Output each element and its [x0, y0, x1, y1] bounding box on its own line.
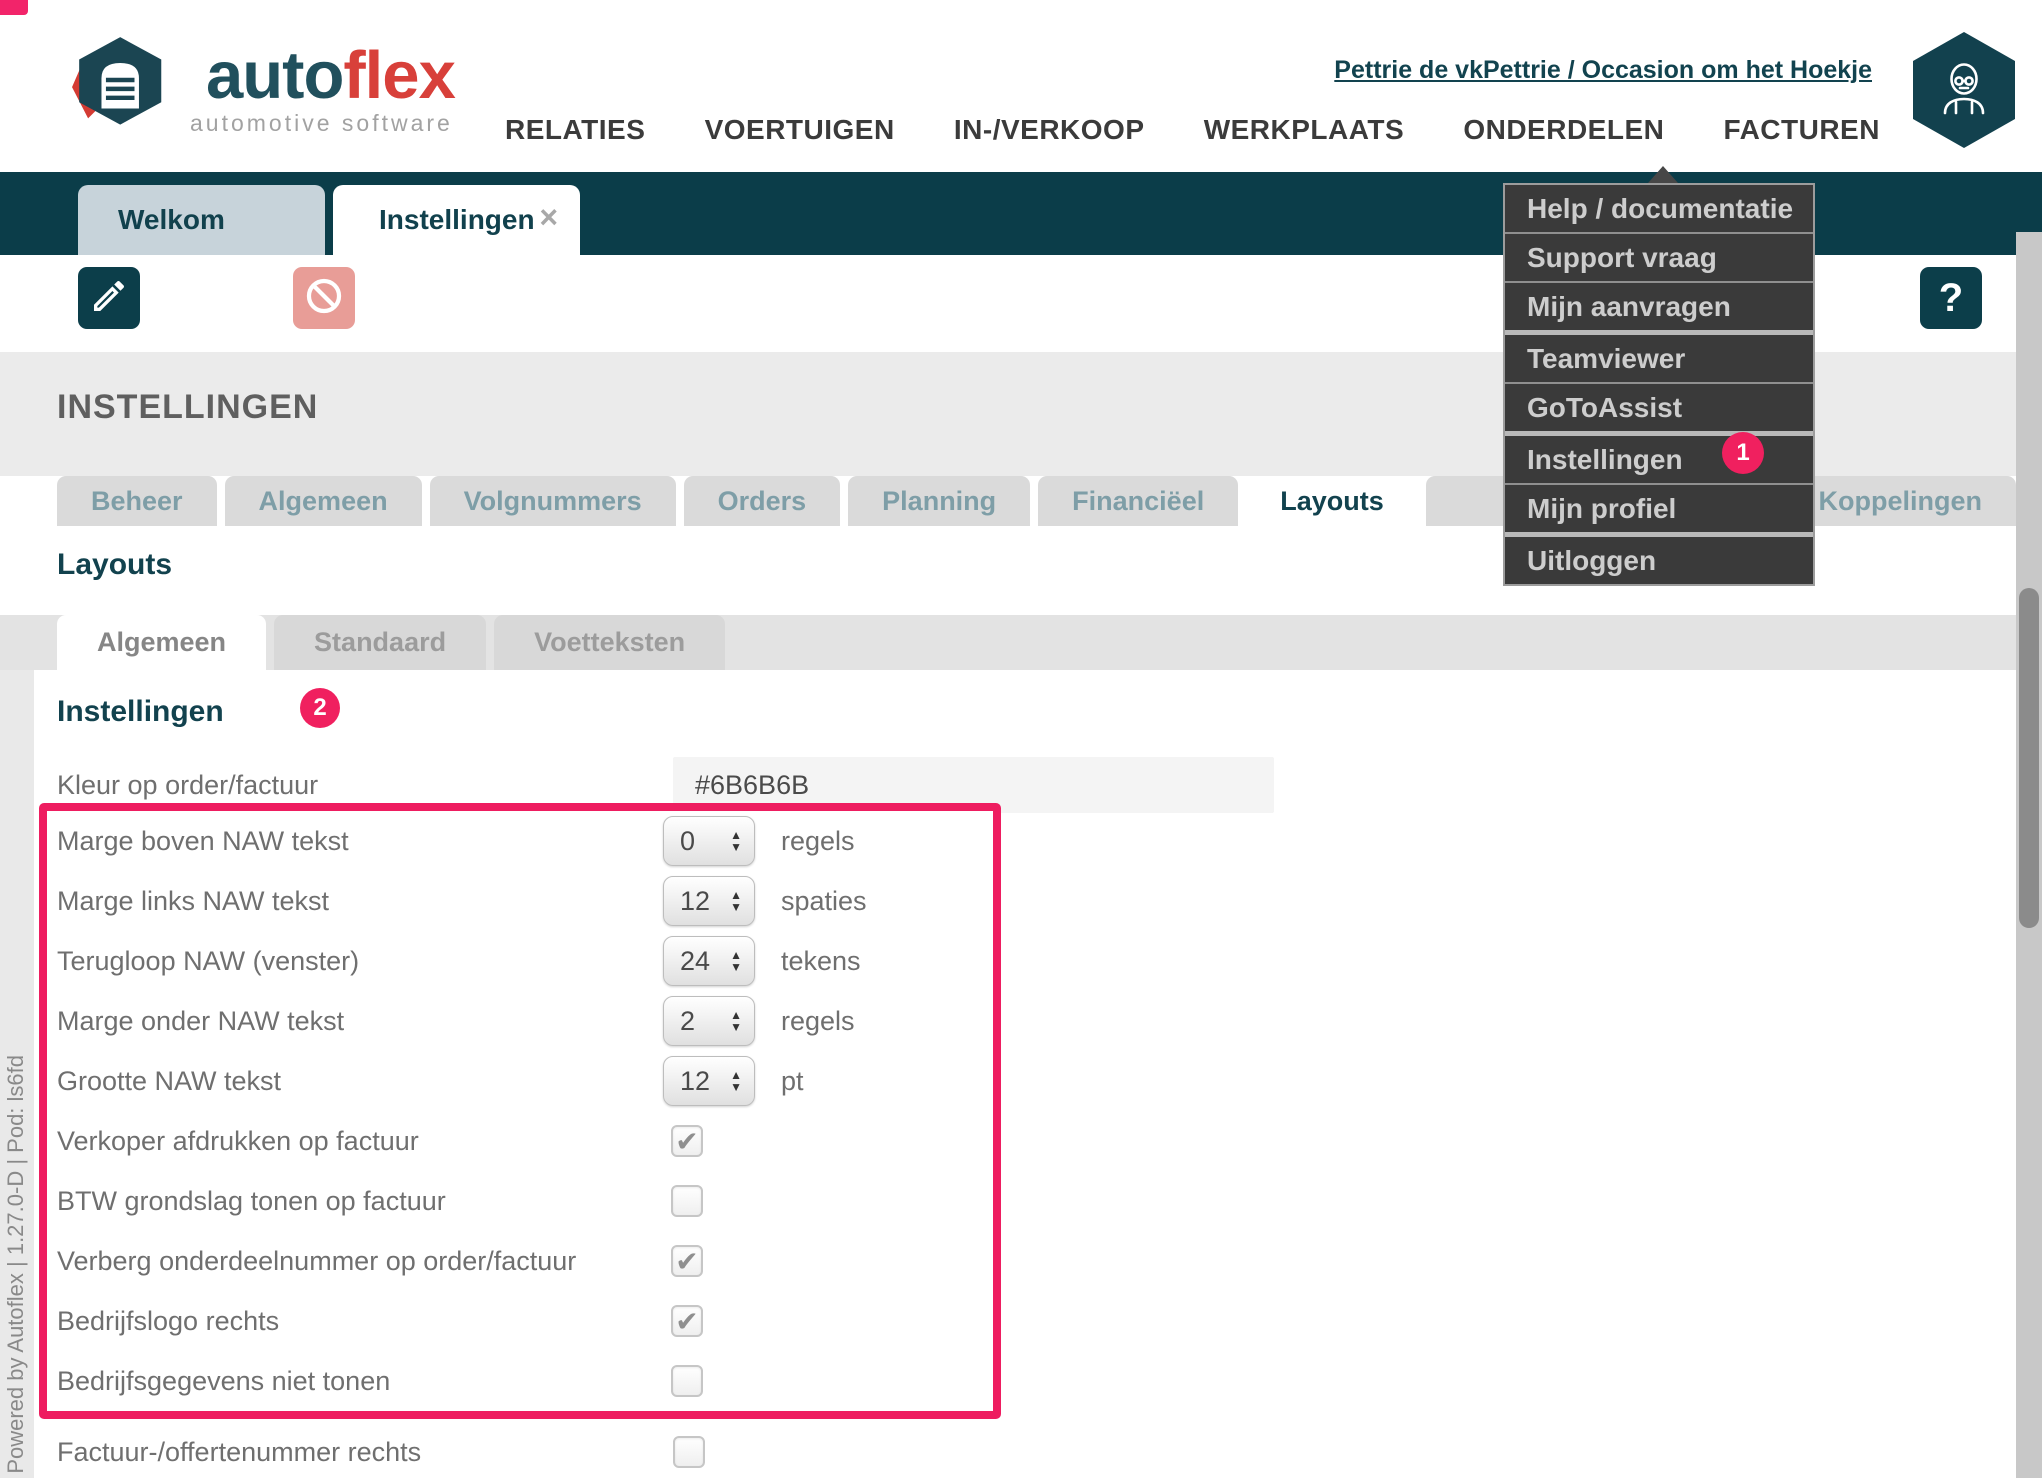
- field-label: Kleur op order/factuur: [57, 770, 673, 801]
- stepper-arrows-icon[interactable]: ▲▼: [730, 890, 754, 913]
- form-row: Verberg onderdeelnummer op order/factuur…: [47, 1231, 993, 1291]
- tab-layouts[interactable]: Layouts: [1246, 476, 1418, 526]
- pencil-icon: [89, 276, 129, 321]
- brand-tagline: automotive software: [190, 110, 455, 137]
- menu-item-help[interactable]: Help / documentatie: [1505, 185, 1813, 234]
- nav-voertuigen[interactable]: VOERTUIGEN: [705, 114, 895, 146]
- checkbox[interactable]: ✔: [671, 1125, 703, 1157]
- question-mark-icon: ?: [1939, 276, 1963, 321]
- form-row: Bedrijfsgegevens niet tonen: [47, 1351, 993, 1411]
- highlight-box: Marge boven NAW tekst 0 ▲▼ regels Marge …: [39, 803, 1001, 1419]
- checkbox[interactable]: [671, 1185, 703, 1217]
- step-badge-1: 1: [1722, 432, 1764, 474]
- left-gutter: Powered by Autoflex | 1.27.0-D | Pod: ls…: [0, 670, 34, 1478]
- help-button[interactable]: ?: [1920, 267, 1982, 329]
- vertical-scrollbar-thumb[interactable]: [2019, 588, 2039, 928]
- number-stepper[interactable]: 0 ▲▼: [663, 816, 755, 866]
- person-icon: [1932, 56, 1996, 125]
- number-stepper[interactable]: 12 ▲▼: [663, 876, 755, 926]
- form-row: Marge links NAW tekst 12 ▲▼ spaties: [47, 871, 993, 931]
- menu-item-teamviewer[interactable]: Teamviewer: [1505, 335, 1813, 384]
- number-stepper[interactable]: 24 ▲▼: [663, 936, 755, 986]
- tab-orders[interactable]: Orders: [684, 476, 841, 526]
- cancel-button[interactable]: [293, 267, 355, 329]
- subtab-standaard[interactable]: Standaard: [274, 615, 486, 670]
- number-stepper[interactable]: 12 ▲▼: [663, 1056, 755, 1106]
- form-row: Terugloop NAW (venster) 24 ▲▼ tekens: [47, 931, 993, 991]
- form-row: Marge boven NAW tekst 0 ▲▼ regels: [47, 811, 993, 871]
- menu-item-instellingen[interactable]: Instellingen: [1505, 436, 1813, 485]
- tab-koppelingen[interactable]: Koppelingen: [1785, 476, 2017, 526]
- tab-beheer[interactable]: Beheer: [57, 476, 217, 526]
- app-header: autoflex automotive software Pettrie de …: [0, 0, 2042, 172]
- form-row: Marge onder NAW tekst 2 ▲▼ regels: [47, 991, 993, 1051]
- form-row: Factuur-/offertenummer rechts: [0, 1422, 1457, 1482]
- profile-dropdown-menu: Help / documentatie Support vraag Mijn a…: [1503, 183, 1815, 586]
- close-icon[interactable]: ×: [539, 199, 558, 236]
- nav-in-verkoop[interactable]: IN-/VERKOOP: [954, 114, 1145, 146]
- checkbox[interactable]: [673, 1436, 705, 1468]
- tab-algemeen[interactable]: Algemeen: [225, 476, 422, 526]
- subtab-voetteksten[interactable]: Voetteksten: [494, 615, 725, 670]
- tab-financieel[interactable]: Financiëel: [1038, 476, 1238, 526]
- form-row: Verkoper afdrukken op factuur ✔: [47, 1111, 993, 1171]
- menu-item-mijn-aanvragen[interactable]: Mijn aanvragen: [1505, 283, 1813, 335]
- number-stepper[interactable]: 2 ▲▼: [663, 996, 755, 1046]
- powered-by-text: Powered by Autoflex | 1.27.0-D | Pod: ls…: [3, 1055, 29, 1474]
- stepper-arrows-icon[interactable]: ▲▼: [730, 1070, 754, 1093]
- tab-planning[interactable]: Planning: [848, 476, 1030, 526]
- corner-marker: [0, 0, 28, 15]
- block-icon: [302, 274, 346, 323]
- form-row: BTW grondslag tonen op factuur: [47, 1171, 993, 1231]
- profile-avatar[interactable]: [1913, 32, 2015, 148]
- main-nav: RELATIES VOERTUIGEN IN-/VERKOOP WERKPLAA…: [505, 114, 1880, 146]
- stepper-arrows-icon[interactable]: ▲▼: [730, 830, 754, 853]
- stepper-arrows-icon[interactable]: ▲▼: [730, 1010, 754, 1033]
- menu-item-support-vraag[interactable]: Support vraag: [1505, 234, 1813, 283]
- menu-item-gotoassist[interactable]: GoToAssist: [1505, 384, 1813, 436]
- edit-button[interactable]: [78, 267, 140, 329]
- nav-relaties[interactable]: RELATIES: [505, 114, 645, 146]
- checkbox[interactable]: ✔: [671, 1245, 703, 1277]
- nav-onderdelen[interactable]: ONDERDELEN: [1463, 114, 1664, 146]
- autoflex-logo[interactable]: autoflex automotive software: [64, 30, 455, 151]
- form-row: Bedrijfslogo rechts ✔: [47, 1291, 993, 1351]
- form-row: Grootte NAW tekst 12 ▲▼ pt: [47, 1051, 993, 1111]
- layouts-heading: Layouts: [57, 548, 172, 582]
- menu-item-uitloggen[interactable]: Uitloggen: [1505, 537, 1813, 584]
- nav-werkplaats[interactable]: WERKPLAATS: [1204, 114, 1404, 146]
- layouts-subtab-strip: Algemeen Standaard Voetteksten: [0, 615, 2042, 670]
- stepper-arrows-icon[interactable]: ▲▼: [730, 950, 754, 973]
- user-account-link[interactable]: Pettrie de vkPettrie / Occasion om het H…: [1334, 56, 1872, 85]
- tab-welkom[interactable]: Welkom: [78, 185, 325, 255]
- step-badge-2: 2: [300, 688, 340, 728]
- brand-name: autoflex: [206, 44, 455, 108]
- tab-instellingen[interactable]: Instellingen ×: [333, 185, 580, 255]
- page-title: INSTELLINGEN: [57, 388, 318, 427]
- menu-caret-icon: [1648, 166, 1678, 183]
- checkbox[interactable]: ✔: [671, 1305, 703, 1337]
- tab-volgnummers[interactable]: Volgnummers: [430, 476, 676, 526]
- settings-heading: Instellingen: [57, 695, 224, 729]
- checkbox[interactable]: [671, 1365, 703, 1397]
- logo-hexagon-icon: [64, 30, 180, 151]
- menu-item-mijn-profiel[interactable]: Mijn profiel: [1505, 485, 1813, 537]
- nav-facturen[interactable]: FACTUREN: [1724, 114, 1880, 146]
- subtab-algemeen[interactable]: Algemeen: [57, 615, 266, 670]
